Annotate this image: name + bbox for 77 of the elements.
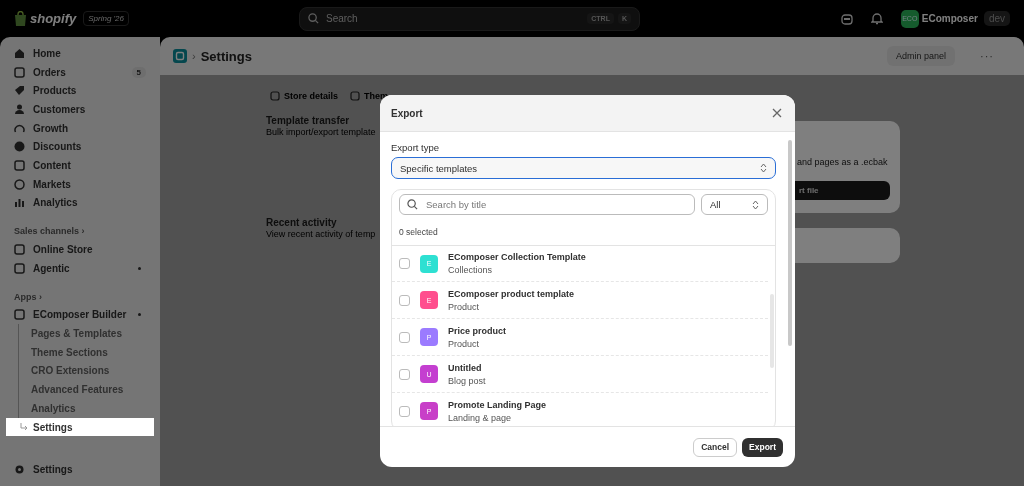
home-icon bbox=[14, 47, 25, 59]
sidebar-item[interactable]: Growth bbox=[6, 118, 154, 138]
sidebar-subitem[interactable]: Settings bbox=[6, 417, 154, 437]
template-type: Blog post bbox=[448, 375, 486, 386]
sidebar-item[interactable]: Customers bbox=[6, 100, 154, 119]
template-title: Price product bbox=[448, 325, 506, 336]
export-type-select[interactable]: Specific templates bbox=[391, 157, 776, 179]
sidebar-item[interactable]: EComposer Builder bbox=[6, 305, 154, 325]
template-type: Product bbox=[448, 301, 481, 312]
settings-item[interactable]: Settings bbox=[6, 460, 154, 479]
admin-panel-button[interactable]: Admin panel bbox=[886, 46, 955, 66]
export-button[interactable]: Export bbox=[742, 437, 783, 457]
tag-icon bbox=[14, 85, 25, 97]
sidebar-item[interactable]: Orders 5 bbox=[6, 62, 154, 82]
template-title: EComposer Collection Template bbox=[448, 252, 586, 262]
section-title: Recent activity bbox=[266, 217, 338, 228]
store-name[interactable]: EComposer bbox=[921, 13, 978, 24]
cancel-button[interactable]: Cancel bbox=[693, 437, 738, 457]
sidebar-item[interactable]: Online Store bbox=[6, 240, 154, 259]
section-description: View recent activity of temp bbox=[266, 229, 377, 239]
sidebar-subitem[interactable]: Pages & Templates bbox=[18, 324, 154, 343]
sidebar-subitem[interactable]: Theme Sections bbox=[18, 342, 154, 362]
chevron-icon: › bbox=[39, 291, 42, 302]
template-type: Collections bbox=[448, 265, 494, 275]
search-field[interactable]: Search by title bbox=[399, 194, 695, 215]
count-badge: 5 bbox=[131, 66, 146, 78]
filter-select[interactable]: All bbox=[701, 194, 768, 215]
sidebar-item[interactable]: Analytics bbox=[6, 193, 154, 213]
person-icon bbox=[14, 103, 25, 115]
dialog-title: Export bbox=[391, 107, 423, 119]
brand-name: shopify bbox=[30, 11, 77, 26]
scrollbar[interactable] bbox=[788, 140, 792, 346]
gear-icon bbox=[14, 464, 25, 476]
sidebar-subitem[interactable]: CRO Extensions bbox=[18, 361, 154, 381]
template-title: EComposer product template bbox=[448, 288, 575, 299]
sidebar-item[interactable]: Content bbox=[6, 156, 154, 175]
chevron-updown-icon bbox=[760, 163, 767, 173]
checkbox[interactable] bbox=[399, 331, 410, 343]
sidebar-item[interactable]: Markets bbox=[6, 174, 154, 194]
section-title: Template transfer bbox=[266, 115, 351, 126]
gauge-icon bbox=[14, 122, 25, 134]
settings-tab[interactable]: Store details bbox=[270, 91, 339, 101]
shopping-bag-icon bbox=[14, 11, 27, 26]
sidebar-subitem[interactable]: Analytics bbox=[18, 399, 154, 418]
template-title: Promote Landing Page bbox=[448, 399, 546, 410]
chevron-updown-icon bbox=[752, 199, 759, 210]
bell-icon[interactable] bbox=[870, 12, 883, 25]
settings-tab[interactable]: Them bbox=[350, 91, 389, 101]
more-button[interactable]: ··· bbox=[974, 49, 1000, 63]
tree-arrow-icon bbox=[20, 423, 29, 432]
search-icon bbox=[308, 13, 319, 24]
template-title: Untitled bbox=[448, 362, 483, 373]
page-title: Settings bbox=[200, 48, 252, 64]
sidebar-item[interactable]: Discounts bbox=[6, 137, 154, 157]
section-description: Bulk import/export template bbox=[266, 127, 377, 137]
section-heading[interactable]: Sales channels bbox=[14, 226, 80, 237]
sidebar-item[interactable]: Products bbox=[6, 81, 154, 101]
checkbox[interactable] bbox=[399, 368, 410, 380]
close-icon[interactable] bbox=[772, 108, 782, 118]
section-heading[interactable]: Apps bbox=[14, 291, 37, 302]
breadcrumb-separator: › bbox=[192, 50, 196, 62]
checkbox[interactable] bbox=[399, 258, 410, 269]
template-type: Landing & page bbox=[448, 412, 513, 423]
selected-count: 0 selected bbox=[392, 215, 775, 246]
sidebar-item[interactable]: Home bbox=[6, 44, 154, 63]
checkbox[interactable] bbox=[399, 405, 410, 417]
card-text: and pages as a .ecbak bbox=[797, 157, 889, 167]
sidebar-subitem[interactable]: Advanced Features bbox=[18, 380, 154, 399]
release-badge: Spring '26 bbox=[83, 11, 129, 26]
checkbox[interactable] bbox=[399, 294, 410, 306]
search-icon bbox=[407, 199, 418, 210]
search-input[interactable]: Search bbox=[324, 12, 583, 25]
field-label: Export type bbox=[391, 142, 441, 153]
chevron-icon: › bbox=[81, 226, 85, 237]
template-type: Product bbox=[448, 338, 481, 349]
sidebar-item[interactable]: Agentic bbox=[6, 258, 154, 278]
bars-icon bbox=[14, 197, 25, 209]
